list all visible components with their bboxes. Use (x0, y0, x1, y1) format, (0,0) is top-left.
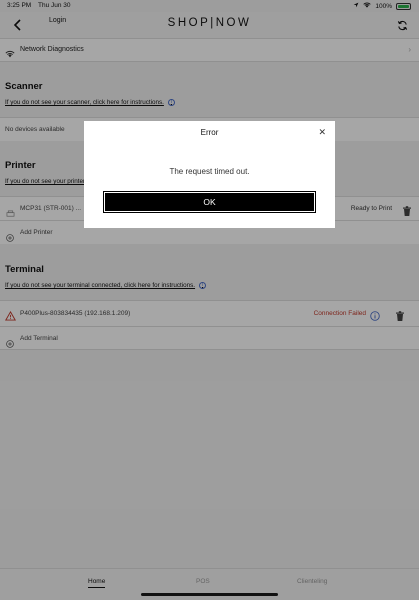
modal-overlay[interactable] (0, 0, 419, 600)
error-dialog: Error ✕ The request timed out. OK (84, 121, 335, 228)
close-icon[interactable]: ✕ (318, 127, 326, 138)
dialog-message: The request timed out. (169, 167, 250, 176)
home-indicator (141, 593, 278, 596)
dialog-title: Error (200, 128, 219, 137)
ok-button[interactable]: OK (103, 191, 316, 213)
